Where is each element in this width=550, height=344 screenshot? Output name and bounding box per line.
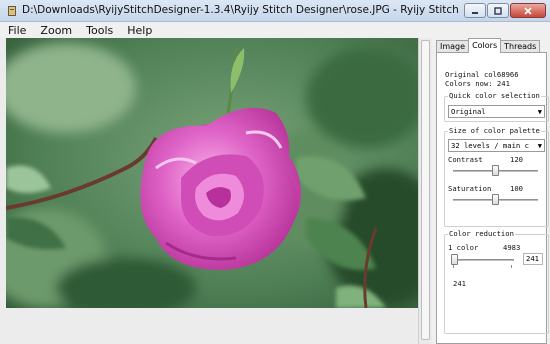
menu-help[interactable]: Help (127, 24, 152, 37)
original-colors-text: Original col68966 (445, 70, 519, 79)
slider-tick (453, 265, 454, 268)
palette-size-group: Size of color palette 32 levels / main c… (444, 126, 549, 227)
vertical-scrollbar[interactable] (418, 38, 432, 344)
slider-tick (511, 265, 512, 268)
chevron-down-icon: ▼ (537, 142, 542, 150)
quick-color-value: Original (451, 107, 486, 116)
reduction-max-value: 4983 (503, 243, 521, 252)
reduction-current-text: 241 (453, 279, 466, 288)
contrast-slider[interactable] (491, 165, 499, 176)
minimize-button[interactable] (464, 3, 486, 18)
contrast-value: 120 (510, 155, 523, 164)
tab-colors[interactable]: Colors (468, 38, 502, 53)
saturation-label: Saturation (448, 184, 492, 193)
quick-color-group: Quick color selection Original ▼ (444, 91, 549, 122)
reduction-slider[interactable] (451, 254, 459, 265)
rose-photo (6, 38, 418, 308)
side-panel: Image Colors Threads Original col68966 C… (432, 38, 550, 344)
palette-size-value: 32 levels / main c (451, 141, 529, 150)
reduction-min-label: 1 color (448, 243, 479, 252)
maximize-icon (494, 6, 502, 15)
menu-zoom[interactable]: Zoom (40, 24, 72, 37)
palette-size-select[interactable]: 32 levels / main c ▼ (448, 139, 545, 152)
canvas-empty-area (0, 308, 432, 344)
close-button[interactable] (510, 3, 546, 18)
colors-now-text: Colors now: 241 (445, 79, 510, 88)
app-icon (8, 6, 16, 16)
menu-tools[interactable]: Tools (86, 24, 113, 37)
minimize-icon (472, 11, 478, 14)
colors-tab-content: Original col68966 Colors now: 241 Quick … (436, 52, 549, 344)
saturation-value: 100 (510, 184, 523, 193)
quick-color-select[interactable]: Original ▼ (448, 105, 545, 118)
scrollbar-thumb[interactable] (421, 40, 430, 340)
reduction-slider-track (452, 259, 514, 261)
reduction-input[interactable]: 241 (523, 253, 543, 265)
menu-bar: File Zoom Tools Help (0, 22, 550, 38)
color-reduction-label: Color reduction (448, 229, 515, 238)
chevron-down-icon: ▼ (537, 108, 542, 116)
quick-color-label: Quick color selection (448, 91, 541, 100)
window-title: D:\Downloads\RyijyStitchDesigner-1.3.4\R… (22, 4, 462, 16)
contrast-label: Contrast (448, 155, 483, 164)
maximize-button[interactable] (487, 3, 509, 18)
palette-size-label: Size of color palette (448, 126, 541, 135)
image-canvas[interactable] (6, 38, 418, 308)
saturation-slider[interactable] (491, 194, 499, 205)
menu-file[interactable]: File (8, 24, 26, 37)
title-bar: D:\Downloads\RyijyStitchDesigner-1.3.4\R… (0, 0, 550, 22)
close-icon (524, 6, 532, 15)
color-reduction-group: Color reduction 1 color 4983 241 241 (444, 229, 549, 334)
